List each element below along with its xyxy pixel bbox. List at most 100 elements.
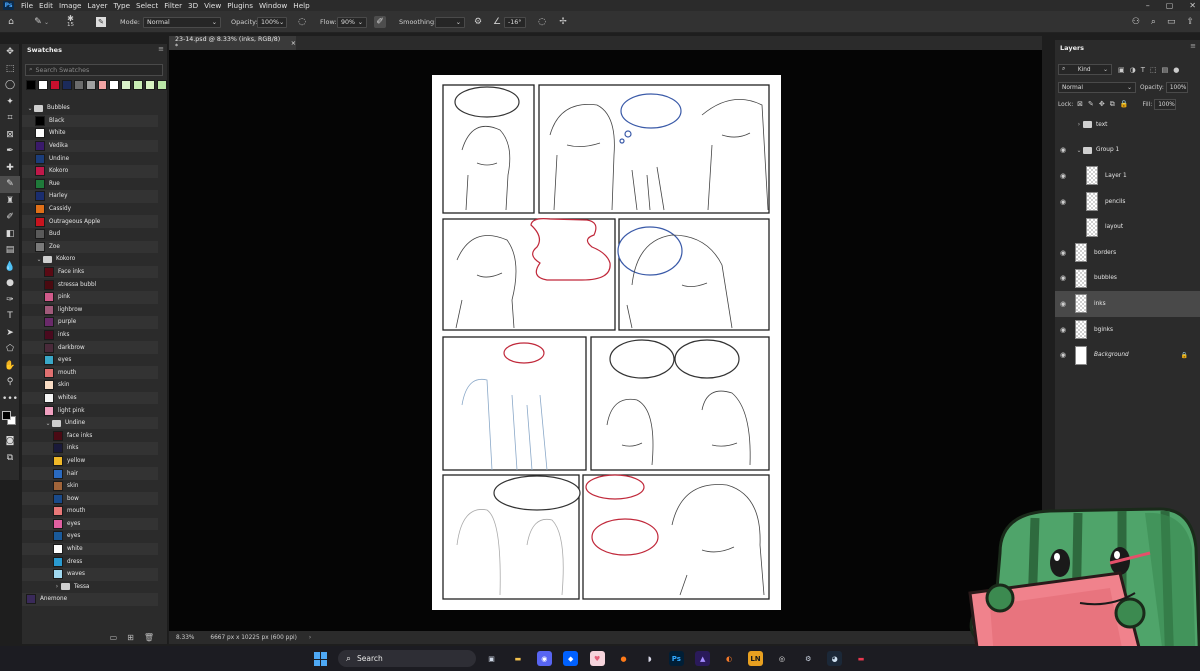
eye-icon[interactable]: ◉ bbox=[1055, 146, 1071, 154]
menu-3d[interactable]: 3D bbox=[185, 1, 201, 10]
swatch-group[interactable]: ⌄ Bubbles bbox=[22, 102, 158, 115]
share-export-icon[interactable]: ⇪ bbox=[1186, 17, 1194, 27]
swatch-item[interactable]: stressa bubbl bbox=[22, 278, 158, 291]
menu-file[interactable]: File bbox=[18, 1, 36, 10]
recent-color-swatch[interactable] bbox=[145, 80, 156, 90]
app-red-icon[interactable]: ▬ bbox=[854, 651, 869, 666]
lock-position-icon[interactable]: ✥ bbox=[1099, 100, 1105, 109]
swatch-item[interactable]: pink bbox=[22, 290, 158, 304]
swatch-item[interactable]: eyes bbox=[22, 354, 158, 367]
recent-color-swatch[interactable] bbox=[73, 80, 84, 90]
new-group-folder-icon[interactable]: ▭ bbox=[110, 633, 118, 642]
swatch-item[interactable]: mouth bbox=[22, 366, 158, 380]
lock-all-icon[interactable]: 🔒 bbox=[1120, 100, 1129, 109]
recent-color-swatch[interactable] bbox=[85, 80, 96, 90]
swatch-item[interactable]: Cassidy bbox=[22, 203, 158, 216]
swatch-item[interactable]: dress bbox=[22, 555, 158, 568]
home-icon[interactable]: ⌂ bbox=[5, 11, 17, 33]
chevron-down-icon[interactable]: ⌄ bbox=[1075, 147, 1083, 154]
swatch-item[interactable]: Undine bbox=[22, 152, 158, 165]
recent-color-swatch[interactable] bbox=[157, 80, 168, 90]
menu-type[interactable]: Type bbox=[111, 1, 134, 10]
swatch-item[interactable]: eyes bbox=[22, 530, 158, 543]
chevron-right-icon[interactable]: › bbox=[53, 583, 61, 590]
eye-icon[interactable]: ◉ bbox=[1055, 274, 1071, 282]
pressure-opacity-icon[interactable]: ◌ bbox=[296, 11, 308, 33]
color-picker[interactable] bbox=[0, 407, 19, 433]
status-chevron-icon[interactable]: › bbox=[309, 635, 311, 641]
workspace-icon[interactable]: ▭ bbox=[1167, 17, 1176, 27]
recent-color-swatch[interactable] bbox=[97, 80, 108, 90]
comic-page[interactable] bbox=[432, 75, 781, 610]
screen-mode-icon[interactable]: ⧉ bbox=[0, 450, 20, 467]
app-pink-icon[interactable]: ♥ bbox=[589, 651, 605, 666]
type-tool-icon[interactable]: T bbox=[0, 308, 20, 325]
brush-tool-icon[interactable]: ✎ bbox=[0, 176, 20, 193]
canvas-area[interactable] bbox=[169, 50, 1042, 631]
dropbox-icon[interactable]: ◆ bbox=[563, 651, 579, 666]
app-shield-icon[interactable]: ◗ bbox=[642, 651, 657, 666]
move-tool-icon[interactable]: ✥ bbox=[0, 44, 20, 61]
swatch-item[interactable]: hair bbox=[22, 467, 158, 480]
close-tab-icon[interactable]: × bbox=[291, 40, 296, 47]
swatch-item[interactable]: mouth bbox=[22, 505, 158, 518]
chevron-right-icon[interactable]: › bbox=[1075, 121, 1083, 128]
lasso-tool-icon[interactable]: ◯ bbox=[0, 77, 20, 94]
swatch-item[interactable]: Bud bbox=[22, 228, 158, 241]
pressure-size-icon[interactable]: ◌ bbox=[536, 11, 548, 33]
ln-app-icon[interactable]: LN bbox=[748, 651, 763, 666]
layers-tab[interactable]: Layers bbox=[1055, 40, 1200, 56]
quick-mask-icon[interactable]: ◙ bbox=[0, 433, 20, 450]
menu-edit[interactable]: Edit bbox=[36, 1, 56, 10]
file-explorer-icon[interactable]: ▬ bbox=[510, 651, 525, 666]
filter-shape-icon[interactable]: ⬚ bbox=[1150, 66, 1157, 74]
brush-size-picker[interactable]: ✱ 15 bbox=[67, 11, 74, 33]
swatch-group[interactable]: ⌄ Undine bbox=[22, 416, 158, 430]
eye-icon[interactable]: ◉ bbox=[1055, 249, 1071, 257]
lock-transparent-icon[interactable]: ⊠ bbox=[1077, 100, 1083, 109]
panel-menu-icon[interactable]: ≡ bbox=[1190, 42, 1196, 50]
swatch-item[interactable]: yellow bbox=[22, 455, 158, 468]
taskbar-search-box[interactable]: ⌕ Search bbox=[338, 650, 476, 667]
more-tools-icon[interactable]: ••• bbox=[0, 391, 20, 408]
swatch-item[interactable]: White bbox=[22, 127, 158, 140]
smoothing-field[interactable]: ⌄ bbox=[435, 16, 465, 28]
swatch-item[interactable]: skin bbox=[22, 379, 158, 392]
smoothing-options-gear-icon[interactable]: ⚙ bbox=[472, 11, 484, 33]
quick-select-tool-icon[interactable]: ✦ bbox=[0, 94, 20, 111]
gradient-tool-icon[interactable]: ▤ bbox=[0, 242, 20, 259]
recent-color-swatch[interactable] bbox=[49, 80, 60, 90]
blender-icon[interactable]: ◐ bbox=[722, 651, 737, 666]
search-icon[interactable]: ⌕ bbox=[1151, 17, 1156, 27]
swatch-item[interactable]: Vedika bbox=[22, 139, 158, 153]
swatch-item[interactable]: Rue bbox=[22, 178, 158, 191]
swatch-item[interactable]: white bbox=[22, 542, 158, 556]
swatch-item[interactable]: face inks bbox=[22, 429, 158, 442]
frame-tool-icon[interactable]: ⊠ bbox=[0, 127, 20, 144]
swatch-item[interactable]: Kokoro bbox=[22, 164, 158, 178]
symmetry-icon[interactable]: ✢ bbox=[557, 11, 569, 33]
zoom-level[interactable]: 8.33% bbox=[176, 635, 194, 641]
dodge-tool-icon[interactable]: ● bbox=[0, 275, 20, 292]
swatches-tab[interactable]: Swatches bbox=[22, 44, 167, 56]
photoshop-icon[interactable]: Ps bbox=[668, 651, 684, 666]
windows-start-icon[interactable] bbox=[314, 652, 328, 666]
eraser-tool-icon[interactable]: ◧ bbox=[0, 226, 20, 243]
hand-tool-icon[interactable]: ✋ bbox=[0, 358, 20, 375]
path-select-tool-icon[interactable]: ➤ bbox=[0, 325, 20, 342]
history-brush-tool-icon[interactable]: ✐ bbox=[0, 209, 20, 226]
swatch-group[interactable]: ⌄ Kokoro bbox=[22, 253, 158, 266]
layer-row[interactable]: ◉ ⌄ Group 1 bbox=[1055, 138, 1200, 164]
marquee-tool-icon[interactable]: ⬚ bbox=[0, 61, 20, 78]
chevron-down-icon[interactable]: ⌄ bbox=[35, 256, 43, 263]
swatch-item[interactable]: purple bbox=[22, 316, 158, 329]
angle-field[interactable]: -16° bbox=[504, 16, 526, 28]
lock-artboard-icon[interactable]: ⧉ bbox=[1110, 100, 1115, 109]
layer-row[interactable]: ◉ pencils bbox=[1055, 189, 1200, 215]
blur-tool-icon[interactable]: 💧 bbox=[0, 259, 20, 276]
layer-row[interactable]: ◉ inks bbox=[1055, 291, 1200, 317]
blend-mode-select[interactable]: Normal ⌄ bbox=[1058, 82, 1136, 93]
settings-icon[interactable]: ⚙ bbox=[801, 651, 816, 666]
menu-window[interactable]: Window bbox=[256, 1, 290, 10]
swatch-item[interactable]: Anemone bbox=[22, 593, 158, 606]
